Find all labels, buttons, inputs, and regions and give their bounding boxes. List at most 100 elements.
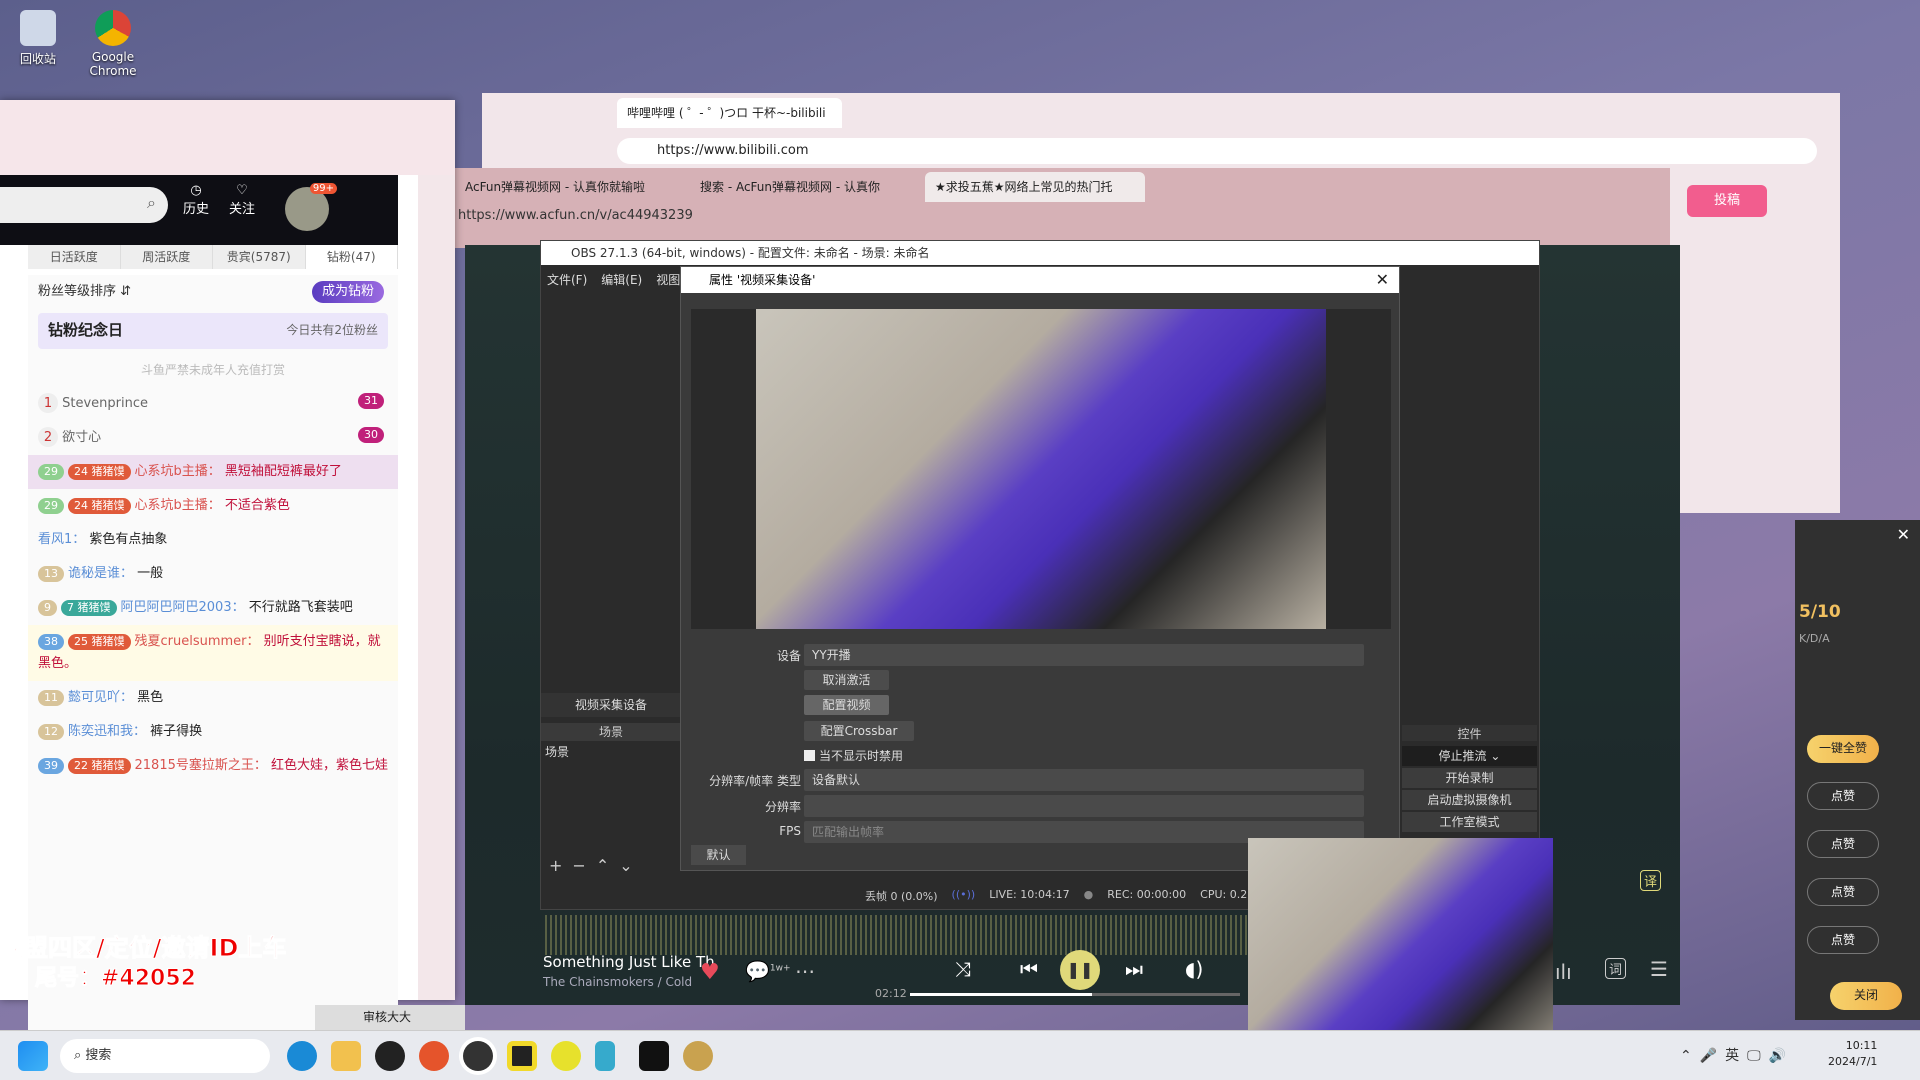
scene-item[interactable]: 场景 — [545, 743, 569, 760]
dialog-title: 属性 '视频采集设备' — [681, 267, 1399, 293]
close-icon[interactable]: ✕ — [1376, 270, 1389, 289]
chat-message[interactable]: 97 猪猪馍 阿巴阿巴阿巴2003： 不行就路飞套装吧 — [28, 591, 398, 625]
playlist-icon[interactable]: ☰ — [1650, 957, 1668, 981]
pause-button[interactable]: ❚❚ — [1060, 950, 1100, 990]
rank-row[interactable]: 1 Stevenprince 31 — [28, 387, 398, 421]
sound-effect-icon[interactable]: ılı — [1555, 960, 1572, 984]
rank-row[interactable]: 2 欲寸心 30 — [28, 421, 398, 455]
chat-message[interactable]: 12 陈奕迅和我： 裤子得换 — [28, 715, 398, 749]
like-all-button[interactable]: 一键全赞 — [1807, 735, 1879, 763]
close-icon[interactable]: ✕ — [1897, 525, 1910, 544]
status-bar: 丢帧 0 (0.0%) ((•)) LIVE: 10:04:17 ● REC: 00… — [865, 888, 1248, 903]
chat-message[interactable]: 38 25 猪猪馍 残夏cruelsummer： 别听支付宝瞎说，就黑色。 — [28, 625, 398, 681]
progress-bar[interactable] — [910, 993, 1240, 996]
taskbar: ⌕ 搜索 ⌃🎤英🖵🔊 10:11 2024/7/1 — [0, 1030, 1920, 1080]
more-icon[interactable]: ⋯ — [795, 959, 815, 983]
desktop-icon-recycle-bin[interactable]: 回收站 — [3, 10, 73, 67]
like-button[interactable]: 点赞 — [1807, 878, 1879, 906]
tab-acfun-video[interactable]: ★求投五蕉★网络上常见的热门托 — [925, 172, 1145, 202]
tab-acfun-home[interactable]: AcFun弹幕视频网 - 认真你就输啦 — [455, 172, 680, 202]
upload-button[interactable]: 投稿 — [1687, 185, 1767, 217]
menu-view[interactable]: 视图 — [656, 271, 680, 288]
start-recording-button[interactable]: 开始录制 — [1402, 768, 1537, 788]
search-input[interactable]: ⌕ — [0, 187, 168, 223]
scene-toolbar[interactable]: +−⌃⌄ — [549, 856, 643, 875]
menu-file[interactable]: 文件(F) — [547, 271, 587, 288]
edge-icon[interactable] — [287, 1041, 317, 1071]
configure-crossbar-button[interactable]: 配置Crossbar — [804, 721, 914, 741]
chat-message[interactable]: 看风1： 紫色有点抽象 — [28, 523, 398, 557]
menu-edit[interactable]: 编辑(E) — [601, 271, 642, 288]
tab-daily[interactable]: 日活跃度 — [28, 245, 121, 269]
avatar[interactable]: 99+ — [285, 183, 337, 231]
qq-icon[interactable] — [375, 1041, 405, 1071]
song-artist: The Chainsmokers / Cold — [543, 975, 693, 989]
recycle-bin-icon — [20, 10, 56, 46]
desktop-icon-chrome[interactable]: Google Chrome — [78, 10, 148, 78]
scenes-header: 场景 — [541, 723, 681, 741]
song-title: Something Just Like Th — [543, 953, 715, 971]
disable-when-hidden-checkbox[interactable]: 当不显示时禁用 — [804, 747, 903, 764]
tab-weekly[interactable]: 周活跃度 — [121, 245, 213, 269]
live-icon: ((•)) — [951, 888, 976, 901]
defaults-button[interactable]: 默认 — [691, 845, 746, 865]
stop-stream-button[interactable]: 停止推流 ⌄ — [1402, 746, 1537, 766]
chat-message[interactable]: 13 诡秘是谁： 一般 — [28, 557, 398, 591]
file-explorer-icon[interactable] — [331, 1041, 361, 1071]
obs-icon[interactable] — [463, 1041, 493, 1071]
device-select[interactable]: YY开播 — [804, 644, 1364, 666]
address-bar[interactable]: https://www.bilibili.com — [617, 138, 1817, 164]
next-icon[interactable]: ⏭ — [1125, 957, 1143, 981]
like-button[interactable]: 点赞 — [1807, 926, 1879, 954]
studio-mode-button[interactable]: 工作室模式 — [1402, 812, 1537, 832]
app-icon[interactable] — [507, 1041, 537, 1071]
like-heart-icon[interactable]: ♥ — [700, 960, 720, 985]
like-button[interactable]: 点赞 — [1807, 782, 1879, 810]
resolution-select[interactable] — [804, 795, 1364, 817]
clock-icon: ◷ — [190, 183, 202, 198]
webcam-preview — [756, 309, 1326, 629]
virtual-camera-button[interactable]: 启动虚拟摄像机 — [1402, 790, 1537, 810]
douyu-browser-window: ⌕ ◷ 历史 ♡ 关注 99+ 日活跃度 周活跃度 贵宾(5787) 钻粉(47) 粉丝等… — [0, 100, 455, 1080]
current-time: 02:12 — [875, 987, 907, 1000]
follow-button[interactable]: ♡ 关注 — [222, 183, 262, 217]
taskbar-search[interactable]: ⌕ 搜索 — [60, 1039, 270, 1073]
source-item[interactable]: 视频采集设备 — [541, 693, 681, 717]
tab-vip[interactable]: 贵宾(5787) — [213, 245, 306, 269]
garena-icon[interactable] — [639, 1041, 669, 1071]
start-icon[interactable] — [18, 1041, 48, 1071]
configure-video-button[interactable]: 配置视频 — [804, 695, 889, 715]
previous-icon[interactable]: ⏮ — [1020, 957, 1038, 981]
site-header: ⌕ ◷ 历史 ♡ 关注 99+ — [0, 175, 398, 245]
clock[interactable]: 10:11 2024/7/1 — [1828, 1038, 1877, 1070]
shuffle-icon[interactable]: ⤨ — [955, 957, 971, 981]
qq-music-icon[interactable] — [551, 1041, 581, 1071]
preview-area — [691, 309, 1391, 629]
like-button[interactable]: 点赞 — [1807, 830, 1879, 858]
app-icon[interactable] — [419, 1041, 449, 1071]
chat-message[interactable]: 39 22 猪猪馍 21815号塞拉斯之王： 红色大娃，紫色七娃 — [28, 749, 398, 783]
lyrics-icon[interactable]: 词 — [1605, 958, 1627, 979]
volume-icon[interactable]: ◖) — [1185, 957, 1203, 981]
translate-icon[interactable]: 译 — [1640, 870, 1662, 891]
obs-title: OBS 27.1.3 (64-bit, windows) - 配置文件: 未命名… — [541, 241, 1539, 265]
system-tray[interactable]: ⌃🎤英🖵🔊 — [1680, 1045, 1794, 1065]
tab-bilibili[interactable]: 哔哩哔哩 ( ゜- ゜)つロ 干杯~-bilibili — [617, 98, 842, 128]
chrome-icon — [95, 10, 131, 46]
progress-fill — [910, 993, 1092, 996]
become-diamond-button[interactable]: 成为钻粉 — [311, 281, 384, 303]
close-button[interactable]: 关闭 — [1830, 982, 1902, 1010]
history-button[interactable]: ◷ 历史 — [176, 183, 216, 217]
resolution-type-select[interactable]: 设备默认 — [804, 769, 1364, 791]
tab-acfun-search[interactable]: 搜索 - AcFun弹幕视频网 - 认真你 — [690, 172, 915, 202]
notepad-icon[interactable] — [595, 1041, 615, 1071]
comment-icon[interactable]: 💬1w+ — [745, 959, 791, 983]
heart-icon: ♡ — [236, 183, 248, 198]
acfun-address-bar[interactable]: https://www.acfun.cn/v/ac44943239 — [458, 208, 693, 223]
deactivate-button[interactable]: 取消激活 — [804, 670, 889, 690]
chat-message[interactable]: 29 24 猪猪馍 心系坑b主播： 不适合紫色 — [28, 489, 398, 523]
chat-message[interactable]: 29 24 猪猪馍 心系坑b主播： 黑短袖配短裤最好了 — [28, 455, 398, 489]
tab-diamond[interactable]: 钻粉(47) — [305, 245, 398, 269]
league-icon[interactable] — [683, 1041, 713, 1071]
chat-message[interactable]: 11 懿可见吖： 黑色 — [28, 681, 398, 715]
